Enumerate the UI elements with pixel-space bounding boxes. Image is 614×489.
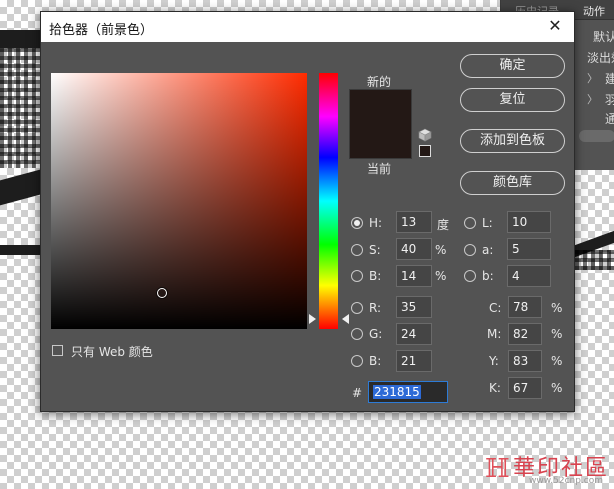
label-blue: B:: [369, 354, 382, 368]
add-to-swatches-button[interactable]: 添加到色板: [460, 129, 565, 153]
new-color-swatch: [350, 90, 411, 124]
dialog-titlebar[interactable]: 拾色器（前景色） ✕: [41, 12, 574, 42]
label-lab-b: b:: [482, 269, 494, 283]
color-picker-dialog: 拾色器（前景色） ✕ 新的 当前 确定 复位 添加到色板 颜色库 H: 13 度…: [40, 11, 575, 412]
web-safe-color-swatch[interactable]: [419, 145, 431, 157]
label-brightness: B:: [369, 269, 382, 283]
green-input[interactable]: 24: [396, 323, 432, 345]
label-yellow: Y:: [489, 354, 499, 368]
unit-percent: %: [551, 327, 563, 341]
unit-percent: %: [551, 354, 563, 368]
blue-input[interactable]: 21: [396, 350, 432, 372]
lab-l-input[interactable]: 10: [507, 211, 551, 233]
label-hue: H:: [369, 216, 383, 230]
new-color-label: 新的: [367, 75, 392, 89]
reset-button[interactable]: 复位: [460, 88, 565, 112]
panel-row-feather[interactable]: 羽: [605, 91, 614, 108]
saturation-brightness-field[interactable]: [51, 73, 307, 329]
hex-input[interactable]: 231815: [368, 381, 448, 403]
background-artwork-stroke-3: [0, 245, 40, 255]
color-libraries-button[interactable]: 颜色库: [460, 171, 565, 195]
radio-lab-a[interactable]: [464, 244, 476, 256]
unit-percent: %: [435, 243, 447, 257]
label-saturation: S:: [369, 243, 381, 257]
radio-lab-b[interactable]: [464, 270, 476, 282]
radio-red[interactable]: [351, 302, 363, 314]
current-color-label: 当前: [367, 162, 392, 176]
panel-row-channel[interactable]: 通: [605, 110, 614, 127]
radio-brightness[interactable]: [351, 270, 363, 282]
label-magenta: M:: [487, 327, 502, 341]
hue-slider-arrow-right[interactable]: [342, 314, 349, 324]
label-lab-a: a:: [482, 243, 494, 257]
ok-button[interactable]: 确定: [460, 54, 565, 78]
radio-blue[interactable]: [351, 355, 363, 367]
magenta-input[interactable]: 82: [508, 323, 542, 345]
black-input[interactable]: 67: [508, 377, 542, 399]
brightness-input[interactable]: 14: [396, 265, 432, 287]
hex-value: 231815: [373, 385, 421, 399]
tab-actions[interactable]: 动作: [583, 3, 605, 19]
radio-saturation[interactable]: [351, 244, 363, 256]
watermark: ℍ 華印社區 www.52cnp.com: [485, 448, 614, 489]
radio-green[interactable]: [351, 328, 363, 340]
panel-row-default[interactable]: 默认: [593, 28, 614, 45]
dialog-title: 拾色器（前景色）: [49, 23, 154, 38]
label-hex: #: [352, 386, 363, 400]
lab-a-input[interactable]: 5: [507, 238, 551, 260]
label-cyan: C:: [489, 301, 502, 315]
label-green: G:: [369, 327, 383, 341]
out-of-gamut-cube-icon[interactable]: [418, 128, 432, 142]
radio-lab-l[interactable]: [464, 217, 476, 229]
background-artwork-pixels: [0, 48, 40, 168]
background-artwork-stroke-2: [0, 169, 40, 206]
background-artwork-stroke: [0, 30, 40, 48]
hue-slider[interactable]: [319, 73, 338, 329]
background-artwork-pixels-2: [575, 250, 614, 270]
panel-row-build[interactable]: 建: [605, 70, 614, 87]
hue-slider-arrow-left[interactable]: [309, 314, 316, 324]
only-web-colors-checkbox[interactable]: [52, 345, 63, 356]
current-color-swatch[interactable]: [350, 124, 411, 158]
chevron-right-icon[interactable]: 〉: [587, 91, 598, 107]
panel-row-fade[interactable]: 淡出效: [587, 49, 614, 66]
watermark-logo-icon: ℍ: [485, 454, 510, 484]
lab-b-input[interactable]: 4: [507, 265, 551, 287]
yellow-input[interactable]: 83: [508, 350, 542, 372]
unit-percent: %: [551, 381, 563, 395]
saturation-input[interactable]: 40: [396, 238, 432, 260]
unit-percent: %: [435, 269, 447, 283]
radio-hue[interactable]: [351, 217, 363, 229]
red-input[interactable]: 35: [396, 296, 432, 318]
label-red: R:: [369, 301, 382, 315]
close-icon[interactable]: ✕: [546, 17, 564, 35]
watermark-url: www.52cnp.com: [529, 476, 604, 486]
cyan-input[interactable]: 78: [508, 296, 542, 318]
panel-scroll-slot: [579, 130, 614, 142]
color-selector-circle[interactable]: [157, 288, 167, 298]
label-lab-l: L:: [482, 216, 493, 230]
only-web-colors-label[interactable]: 只有 Web 颜色: [71, 343, 153, 360]
unit-degrees: 度: [437, 218, 450, 232]
chevron-right-icon[interactable]: 〉: [587, 70, 598, 86]
label-black: K:: [489, 381, 501, 395]
hue-input[interactable]: 13: [396, 211, 432, 233]
unit-percent: %: [551, 301, 563, 315]
